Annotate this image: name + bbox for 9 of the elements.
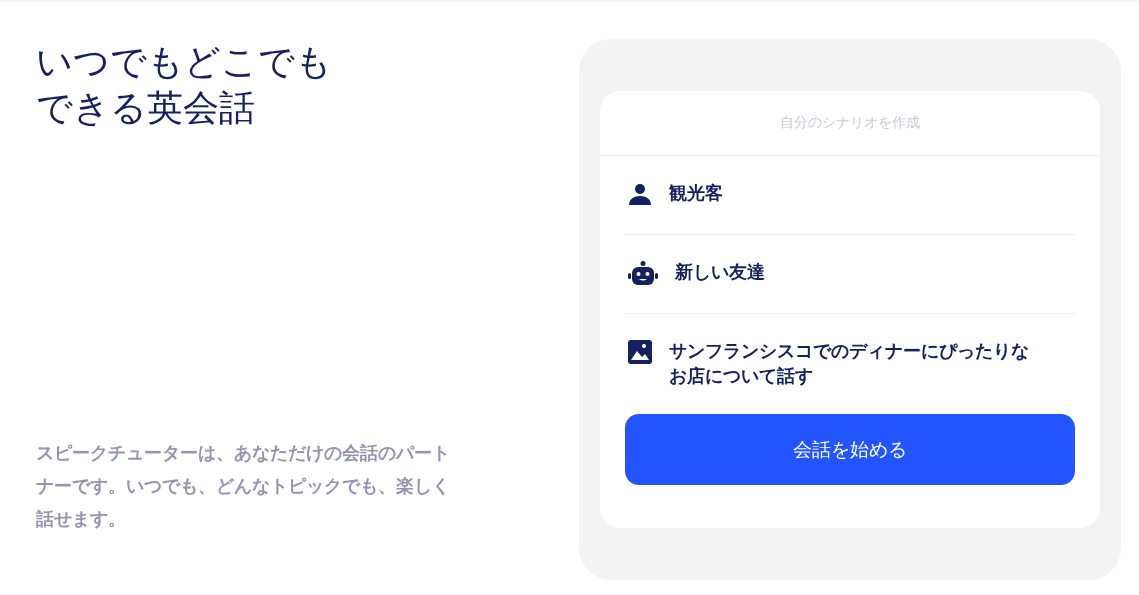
- image-icon: [628, 340, 652, 364]
- hero-description: スピークチューターは、あなただけの会話のパートナーです。いつでも、どんなトピックでも、楽しく話せます。: [36, 442, 451, 531]
- hero-title: いつでもどこでもできる英会話: [36, 40, 333, 130]
- scenario-option[interactable]: 新しい友達: [675, 259, 1045, 284]
- start-conversation-button[interactable]: 会話を始める: [625, 414, 1075, 485]
- scenario-option[interactable]: 観光客: [669, 180, 1039, 205]
- scenario-option[interactable]: サンフランシスコでのディナーにぴったりなお店について話す: [669, 338, 1039, 388]
- person-icon: [628, 182, 652, 206]
- robot-icon: [628, 261, 658, 285]
